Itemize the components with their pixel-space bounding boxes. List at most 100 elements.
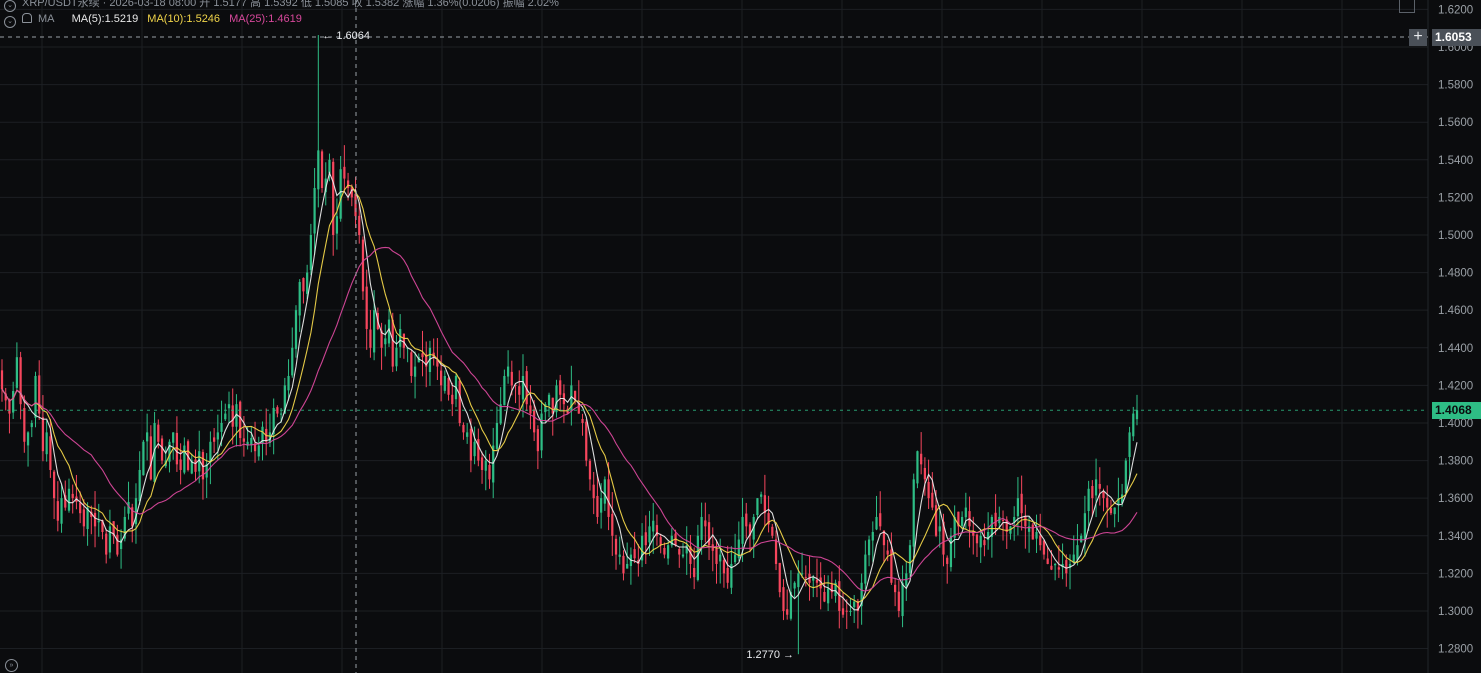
- indicator-header: ⌄ MA MA(5):1.5219 MA(10):1.5246 MA(25):1.…: [4, 13, 308, 28]
- candle-body: [733, 554, 737, 563]
- candle-body: [529, 405, 532, 414]
- candle-body: [760, 494, 763, 497]
- candle-body: [975, 534, 979, 544]
- candle-body: [536, 429, 539, 452]
- candle-body: [1106, 497, 1109, 508]
- candle-body: [741, 516, 744, 544]
- candle-body: [38, 375, 41, 414]
- candle-body: [365, 286, 368, 329]
- candle-body: [45, 432, 48, 455]
- candle-body: [756, 498, 759, 516]
- candle-body: [626, 563, 629, 569]
- candle-body: [0, 370, 4, 390]
- candle-body: [71, 493, 74, 499]
- candle-body: [458, 380, 461, 423]
- candle-body: [1094, 479, 1098, 496]
- candle-body: [931, 492, 934, 508]
- candle-body: [291, 347, 294, 376]
- candle-body: [1046, 558, 1049, 564]
- candle-body: [503, 375, 506, 406]
- candle-body: [49, 436, 52, 470]
- candle-body: [726, 567, 729, 583]
- candle-body: [15, 357, 19, 388]
- candle-body: [745, 513, 748, 527]
- candle-body: [439, 370, 443, 386]
- candle-body: [384, 338, 387, 345]
- add-alert-button[interactable]: +: [1409, 28, 1427, 46]
- candle-body: [410, 352, 413, 376]
- candle-body: [343, 166, 346, 179]
- chevron-down-icon[interactable]: ⌄: [4, 16, 16, 28]
- candle-body: [168, 441, 171, 462]
- crosshair-price-label: 1.6053: [1432, 28, 1481, 46]
- candle-body: [778, 562, 781, 593]
- candle-body: [540, 413, 543, 451]
- candle-body: [1124, 460, 1127, 494]
- candle-body: [8, 400, 11, 414]
- candle-body: [1128, 432, 1131, 457]
- candle-body: [34, 375, 37, 418]
- chart-background: [0, 0, 1481, 673]
- candle-body: [555, 385, 558, 413]
- candle-body: [827, 588, 830, 604]
- y-tick-label: 1.4600: [1438, 305, 1473, 317]
- candle-body: [399, 328, 402, 347]
- expand-icon[interactable]: [1399, 0, 1415, 13]
- candle-body: [82, 509, 85, 527]
- candle-body: [547, 394, 551, 406]
- candle-body: [469, 428, 473, 461]
- candle-body: [1042, 540, 1046, 555]
- settings-toggle-icon[interactable]: »: [5, 659, 18, 672]
- candlestick-chart[interactable]: 1.62001.60001.58001.56001.54001.52001.50…: [0, 0, 1481, 673]
- candle-body: [1054, 563, 1057, 566]
- candle-body: [317, 150, 320, 190]
- candle-body: [648, 526, 651, 543]
- candle-body: [1135, 410, 1139, 420]
- chart-area[interactable]: 1.6200 1.6000 1.5800 1.5600 1.5400 1.5200 1.50…: [0, 0, 1481, 673]
- candle-body: [1109, 507, 1113, 514]
- candle-body: [294, 310, 298, 349]
- candle-body: [681, 554, 685, 557]
- ohlc-header: ⌄ XRP/USDT永续 · 2026-03-18 08:00 开 1.5177 …: [4, 0, 565, 12]
- candle-body: [369, 329, 372, 348]
- y-tick-label: 1.3400: [1438, 531, 1473, 543]
- candle-body: [462, 424, 465, 433]
- candle-body: [983, 540, 986, 546]
- candle-body: [960, 516, 964, 526]
- candle-body: [949, 535, 953, 568]
- candle-body: [946, 557, 949, 564]
- candle-body: [916, 451, 919, 484]
- candle-body: [1065, 560, 1068, 574]
- candle-body: [451, 394, 454, 405]
- bell-icon[interactable]: [22, 13, 32, 23]
- candle-body: [886, 550, 889, 555]
- candle-body: [287, 375, 290, 391]
- candle-body: [849, 610, 852, 612]
- collapse-icon[interactable]: ⌄: [4, 0, 16, 12]
- candle-body: [332, 161, 335, 235]
- candle-body: [715, 548, 718, 564]
- candle-body: [1132, 413, 1135, 437]
- candle-body: [1076, 545, 1079, 560]
- candle-body: [361, 239, 365, 292]
- candle-body: [138, 469, 141, 502]
- candle-body: [600, 498, 603, 513]
- candle-body: [1113, 507, 1116, 515]
- candle-body: [1039, 535, 1042, 546]
- candle-body: [979, 535, 982, 548]
- candle-body: [797, 573, 800, 588]
- candle-body: [339, 169, 342, 219]
- candle-body: [964, 507, 967, 518]
- y-tick-label: 1.3800: [1438, 456, 1473, 468]
- candle-body: [871, 532, 874, 541]
- candle-body: [506, 366, 510, 377]
- candle-body: [313, 187, 316, 234]
- candle-body: [413, 366, 417, 377]
- candle-body: [1031, 524, 1034, 540]
- candle-body: [209, 441, 212, 463]
- candle-body: [592, 484, 595, 499]
- candle-body: [19, 357, 22, 405]
- candle-body: [149, 436, 152, 480]
- candle-body: [815, 579, 819, 583]
- candle-body: [257, 445, 260, 457]
